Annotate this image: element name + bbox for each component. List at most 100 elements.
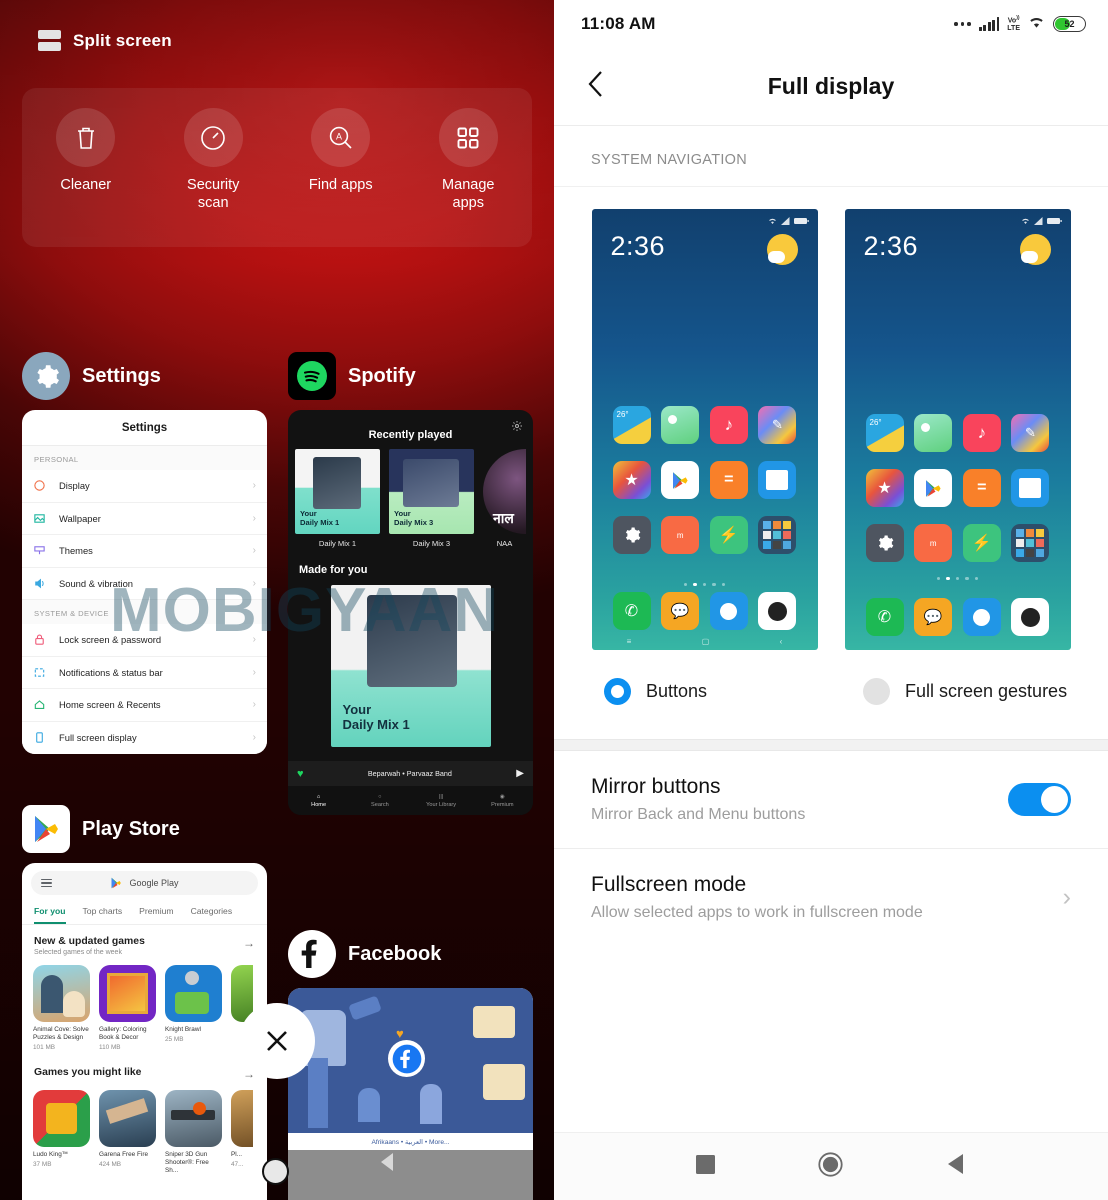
- split-screen-icon: [38, 30, 61, 51]
- tab-categories[interactable]: Categories: [191, 906, 233, 924]
- settings-row[interactable]: Lock screen & password ›: [22, 624, 267, 657]
- close-all-button[interactable]: [239, 1003, 315, 1079]
- app-size: 424 MB: [99, 1161, 122, 1168]
- spotify-nav-library[interactable]: ||| Your Library: [411, 786, 472, 815]
- battery-percent: 52: [1064, 19, 1075, 29]
- app-name: Gallery: Coloring Book & Decor: [99, 1026, 147, 1041]
- buttons-preview[interactable]: 2:36 26° ♪ ✎ ★ = m ⚡ ✆ 💬 ≡ ▢ ‹: [591, 209, 818, 650]
- tool-label: Security scan: [187, 177, 240, 212]
- gestures-preview[interactable]: 2:36 26° ♪ ✎ ★ = m ⚡ ✆ 💬: [844, 209, 1071, 650]
- settings-row[interactable]: Sound & vibration ›: [22, 567, 267, 600]
- recent-card-facebook[interactable]: Facebook ♥ Afrikaans • العربية • More...: [288, 930, 533, 1200]
- recent-app-name: Settings: [82, 364, 161, 387]
- app-item[interactable]: Pl... 47...: [231, 1090, 253, 1175]
- arrow-right-icon[interactable]: →: [243, 936, 255, 950]
- pref-title: Fullscreen mode: [591, 873, 747, 896]
- app-item[interactable]: Sniper 3D Gun Shooter®: Free Sh...: [165, 1090, 222, 1175]
- app-item[interactable]: Animal Cove: Solve Puzzles & Design 101 …: [33, 965, 90, 1051]
- radio-button-unselected[interactable]: [863, 678, 890, 705]
- album-item[interactable]: Your Daily Mix 3 Daily Mix 3: [389, 449, 474, 548]
- settings-row[interactable]: Display ›: [22, 470, 267, 503]
- tool-cleaner[interactable]: Cleaner: [30, 108, 142, 194]
- play-store-app-icon: [661, 461, 700, 499]
- weather-app-icon: 26°: [612, 406, 651, 444]
- play-icon[interactable]: ▶: [516, 768, 524, 779]
- app-icon: [99, 1090, 156, 1147]
- split-screen-button[interactable]: Split screen: [38, 30, 172, 51]
- tab-top-charts[interactable]: Top charts: [83, 906, 123, 924]
- settings-row[interactable]: Notifications & status bar ›: [22, 656, 267, 689]
- preview-nav-bar: ≡ ▢ ‹: [592, 632, 818, 650]
- tool-label: Find apps: [308, 177, 373, 193]
- nav-option-buttons[interactable]: Buttons: [554, 678, 849, 705]
- left-recents-screen: Split screen Cleaner Security scan A Fin…: [0, 0, 554, 1200]
- pref-fullscreen-mode[interactable]: Fullscreen mode Allow selected apps to w…: [554, 849, 1108, 946]
- recent-app-header: Facebook: [288, 930, 533, 978]
- navigation-mode-options: Buttons Full screen gestures: [554, 650, 1108, 739]
- preview-status-icons: [1021, 217, 1062, 225]
- settings-row[interactable]: Home screen & Recents ›: [22, 689, 267, 722]
- pref-mirror-buttons[interactable]: Mirror buttons Mirror Back and Menu butt…: [554, 751, 1108, 849]
- preview-time: 2:36: [863, 231, 919, 261]
- tool-find-apps[interactable]: A Find apps: [285, 108, 397, 194]
- radio-button-selected[interactable]: [604, 678, 631, 705]
- featured-album-art[interactable]: Your Daily Mix 1: [330, 585, 491, 747]
- weather-sun-icon: [766, 234, 798, 265]
- spotify-nav-search[interactable]: ○ Search: [349, 786, 410, 815]
- spotify-icon: [288, 352, 336, 400]
- spotify-section-header: Made for you: [299, 564, 368, 576]
- facebook-hero-illustration: ♥: [288, 988, 533, 1133]
- app-icon: [231, 1090, 253, 1147]
- recents-square-icon[interactable]: [695, 1154, 715, 1179]
- search-icon: ○: [378, 793, 382, 800]
- section-title: New & updated games: [34, 936, 145, 947]
- now-playing-bar[interactable]: ♥ Beparwah • Parvaaz Band ▶: [288, 761, 533, 786]
- tool-label: Manage apps: [442, 177, 495, 212]
- back-triangle-icon[interactable]: [946, 1153, 966, 1180]
- home-circle-icon[interactable]: [262, 1158, 289, 1185]
- tool-manage-apps[interactable]: Manage apps: [412, 108, 524, 212]
- facebook-language-links[interactable]: Afrikaans • العربية • More...: [288, 1133, 533, 1150]
- hamburger-icon[interactable]: [41, 878, 52, 888]
- recent-card-spotify[interactable]: Spotify Recently played Your Daily Mix 1 …: [288, 352, 533, 815]
- gear-icon[interactable]: [511, 419, 523, 437]
- browser-app-icon: [709, 592, 748, 630]
- app-item[interactable]: Knight Brawl 25 MB: [165, 965, 222, 1051]
- settings-app-icon: [612, 516, 651, 554]
- app-item[interactable]: Garena Free Fire 424 MB: [99, 1090, 156, 1175]
- tab-for-you[interactable]: For you: [34, 906, 66, 924]
- home-circle-icon[interactable]: [818, 1151, 843, 1182]
- album-item[interactable]: Your Daily Mix 1 Daily Mix 1: [295, 449, 380, 548]
- chevron-right-icon[interactable]: ›: [1063, 883, 1071, 912]
- phone-app-icon: ✆: [612, 592, 651, 630]
- back-button[interactable]: [586, 69, 606, 104]
- album-caption: NAA: [496, 539, 513, 548]
- spotify-nav-premium[interactable]: ◉ Premium: [472, 786, 533, 815]
- play-store-section: New & updated games Selected games of th…: [22, 925, 267, 956]
- recent-card-settings[interactable]: Settings Settings PERSONAL Display › Wall…: [22, 352, 267, 754]
- tab-premium[interactable]: Premium: [139, 906, 173, 924]
- app-item[interactable]: Ludo King™ 37 MB: [33, 1090, 90, 1175]
- settings-row[interactable]: Themes ›: [22, 535, 267, 568]
- spotify-nav-home[interactable]: ⌂ Home: [288, 786, 349, 815]
- chevron-right-icon: ›: [252, 699, 256, 711]
- settings-row[interactable]: Full screen display ›: [22, 721, 267, 754]
- app-name: Garena Free Fire: [99, 1151, 149, 1158]
- preview-status-icons: [768, 217, 809, 225]
- back-triangle-icon[interactable]: [375, 1149, 401, 1180]
- settings-row[interactable]: Wallpaper ›: [22, 502, 267, 535]
- app-name: Sniper 3D Gun Shooter®: Free Sh...: [165, 1151, 209, 1174]
- nav-option-gestures[interactable]: Full screen gestures: [849, 678, 1108, 705]
- status-icons: Vo)) LTE 52: [954, 15, 1086, 34]
- search-input[interactable]: Google Play: [31, 871, 258, 895]
- mirror-buttons-toggle[interactable]: [1008, 783, 1071, 816]
- gallery-app-icon: [661, 406, 700, 444]
- album-art: Your Daily Mix 3: [389, 449, 474, 534]
- app-item[interactable]: Gallery: Coloring Book & Decor 110 MB: [99, 965, 156, 1051]
- tool-security-scan[interactable]: Security scan: [157, 108, 269, 212]
- calculator-app-icon: =: [709, 461, 748, 499]
- album-item[interactable]: नाल NAA: [483, 449, 526, 548]
- recent-card-play-store[interactable]: Play Store Google Play For you Top chart…: [22, 805, 267, 1200]
- play-store-app-icon: [914, 469, 953, 507]
- premium-icon: ◉: [499, 793, 505, 800]
